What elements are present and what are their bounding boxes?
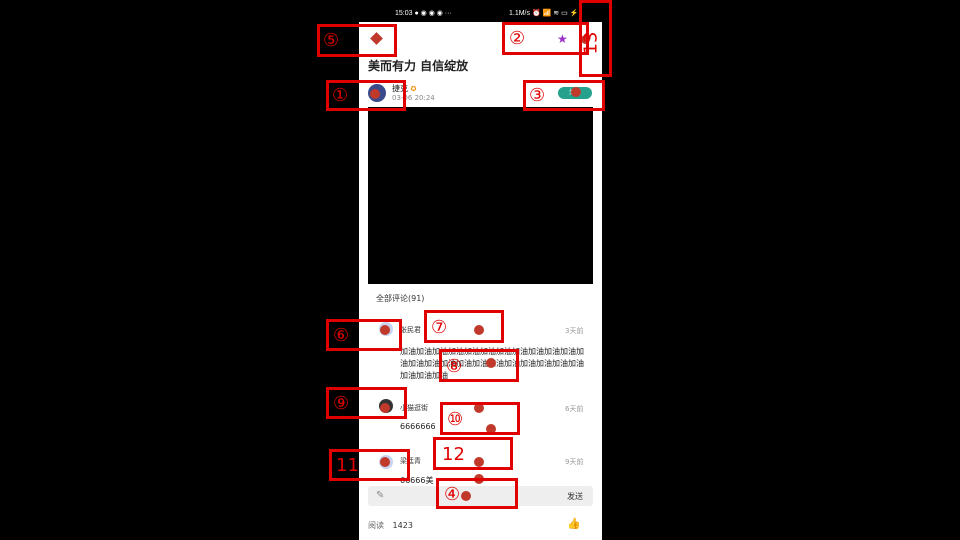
annotation-box-8: ⑧ xyxy=(439,349,519,382)
annotation-label: ④ xyxy=(444,484,461,505)
comment-time: 3天前 xyxy=(565,327,584,335)
comment-text: 6666666 xyxy=(400,422,436,431)
annotation-box-7: ⑦ xyxy=(424,310,504,343)
annotation-label: ① xyxy=(332,85,349,106)
comment-time: 6天前 xyxy=(565,405,584,413)
status-icons: 1.1M/s ⏰ 📶 ≋ ▭ ⚡ xyxy=(509,10,579,17)
annotation-box-9: ⑨ xyxy=(326,387,407,419)
annotation-box-3: ③ xyxy=(523,80,605,111)
like-icon[interactable]: 👍 xyxy=(567,517,581,530)
annotation-label: 13 xyxy=(580,31,602,55)
annotation-label: ⑩ xyxy=(447,409,464,430)
annotation-box-5: ⑤ xyxy=(317,24,397,57)
comment-time: 9天前 xyxy=(565,458,584,466)
annotation-box-2: ② xyxy=(502,22,589,55)
status-bar: 15:03 ● ◉ ◉ ◉ ··· 1.1M/s ⏰ 📶 ≋ ▭ ⚡ xyxy=(359,0,602,22)
annotation-box-11: 11 xyxy=(329,449,410,481)
edit-icon: ✎ xyxy=(376,490,385,501)
verified-icon: ✪ xyxy=(410,85,417,93)
comment-author[interactable]: 张民君 xyxy=(400,325,421,335)
annotation-label: ② xyxy=(509,28,526,49)
status-time: 15:03 ● ◉ ◉ ◉ ··· xyxy=(395,10,452,17)
annotation-label: 12 xyxy=(442,444,465,465)
read-count: 1423 xyxy=(392,521,413,530)
video-player[interactable] xyxy=(368,107,593,284)
annotation-label: ⑨ xyxy=(333,393,350,414)
annotation-label: ⑧ xyxy=(446,356,463,377)
annotation-label: ⑦ xyxy=(431,317,448,338)
annotation-box-12: 12 xyxy=(433,437,513,470)
annotation-box-13: 13 xyxy=(579,0,612,77)
annotation-label: ⑥ xyxy=(333,325,350,346)
post-title: 美而有力 自信绽放 xyxy=(368,59,469,73)
send-button[interactable]: 发送 xyxy=(567,491,583,502)
annotation-label: ⑤ xyxy=(323,30,340,51)
annotation-box-4: ④ xyxy=(436,478,518,509)
annotation-label: 11 xyxy=(336,455,359,476)
annotation-box-1: ① xyxy=(326,80,406,111)
annotation-box-6: ⑥ xyxy=(326,319,402,351)
read-stats: 阅读 1423 xyxy=(368,520,413,531)
annotation-label: ③ xyxy=(529,85,546,106)
comments-count: 全部评论(91) xyxy=(376,294,425,303)
annotation-box-10: ⑩ xyxy=(440,402,520,435)
read-label: 阅读 xyxy=(368,521,384,530)
